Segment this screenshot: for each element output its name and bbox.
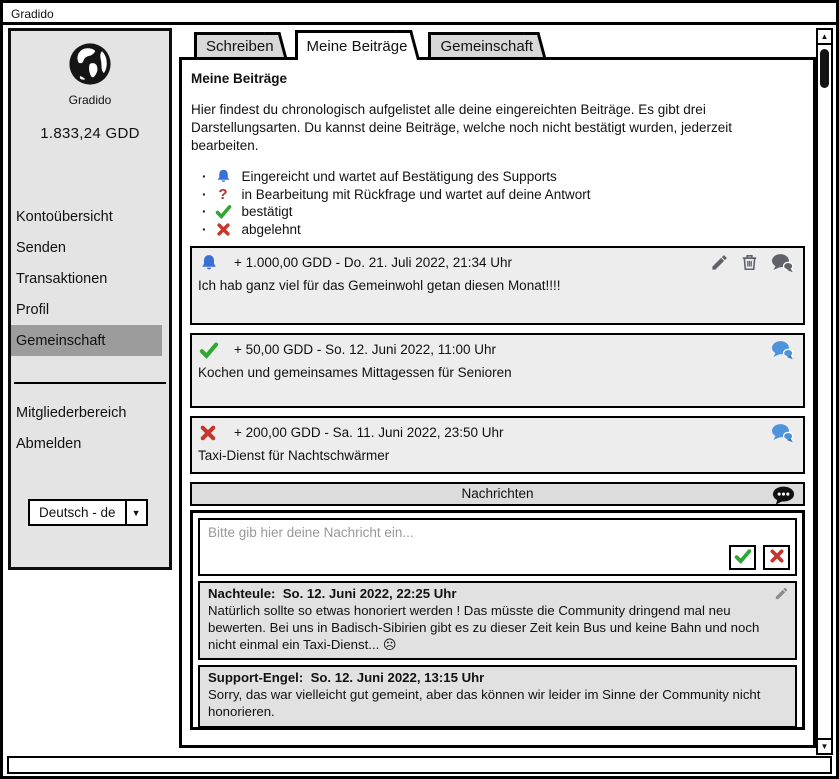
message-item: Support-Engel: So. 12. Juni 2022, 13:15 … [198,665,797,727]
delete-icon[interactable] [740,253,759,272]
contribution-header: + 1.000,00 GDD - Do. 21. Juli 2022, 21:3… [192,248,803,274]
edit-icon[interactable] [710,253,729,272]
sidebar-item-kontouebersicht[interactable]: Kontoübersicht [11,201,169,232]
sidebar-item-gemeinschaft[interactable]: Gemeinschaft [11,325,162,356]
contribution-card: + 1.000,00 GDD - Do. 21. Juli 2022, 21:3… [190,246,805,325]
chat-dots-icon[interactable] [771,485,796,510]
scroll-down-icon[interactable]: ▼ [818,738,831,753]
legend-item-rejected: abgelehnt [202,220,805,238]
message-timestamp: So. 12. Juni 2022, 22:25 Uhr [283,586,457,601]
message-header: Nachteule: So. 12. Juni 2022, 22:25 Uhr [208,586,787,601]
message-input-placeholder: Bitte gib hier deine Nachricht ein... [208,525,414,540]
message-timestamp: So. 12. Juni 2022, 13:15 Uhr [311,670,485,685]
legend-item-pending: Eingereicht und wartet auf Bestätigung d… [202,168,805,186]
legend-item-confirmed: bestätigt [202,203,805,221]
tab-meine-beitraege[interactable]: Meine Beiträge [295,30,410,60]
amount-line: + 200,00 GDD - Sa. 11. Juni 2022, 23:50 … [234,425,504,440]
contribution-description: Ich hab ganz viel für das Gemeinwohl get… [192,274,803,323]
language-dropdown[interactable]: Deutsch - de ▼ [28,499,148,526]
sidebar: Gradido 1.833,24 GDD Kontoübersicht Send… [8,28,172,570]
sidebar-nav-secondary: Mitgliederbereich Abmelden [11,397,169,459]
account-balance: 1.833,24 GDD [11,125,169,142]
sidebar-item-profil[interactable]: Profil [11,294,169,325]
sidebar-nav: Kontoübersicht Senden Transaktionen Prof… [11,201,169,356]
language-dropdown-value: Deutsch - de [30,501,125,524]
logo-label: Gradido [11,93,169,107]
messages-header-bar: Nachrichten [190,482,805,506]
contribution-card: + 200,00 GDD - Sa. 11. Juni 2022, 23:50 … [190,416,805,474]
scrollbar-thumb[interactable] [820,49,829,88]
sidebar-item-senden[interactable]: Senden [11,232,169,263]
contribution-actions [710,253,794,273]
tab-schreiben[interactable]: Schreiben [194,32,276,57]
message-text: Sorry, das war vielleicht gut gemeint, a… [208,686,787,720]
edit-icon[interactable] [774,586,789,604]
chat-icon[interactable] [770,340,794,360]
status-legend: Eingereicht und wartet auf Bestätigung d… [202,168,805,238]
status-bar [7,756,832,774]
amount-line: + 50,00 GDD - So. 12. Juni 2022, 11:00 U… [234,342,496,357]
check-icon [199,340,221,360]
messages-header-label: Nachrichten [461,486,533,501]
message-author: Support-Engel: [208,670,311,685]
intro-text: Hier findest du chronologisch aufgeliste… [191,101,788,155]
chevron-down-icon[interactable]: ▼ [125,501,146,524]
chat-icon[interactable] [770,423,794,443]
cross-icon [199,424,221,442]
page-title: Meine Beiträge [191,71,805,86]
message-item: Nachteule: So. 12. Juni 2022, 22:25 Uhr … [198,581,797,660]
globe-icon [67,74,113,91]
legend-item-question: ? in Bearbeitung mit Rückfrage und warte… [202,185,805,203]
message-text: Natürlich sollte so etwas honoriert werd… [208,602,787,653]
messages-panel: Bitte gib hier deine Nachricht ein... Na… [190,510,805,730]
bell-icon [199,253,221,273]
cancel-message-button[interactable] [763,545,790,570]
contribution-actions [770,423,794,443]
chat-icon[interactable] [770,253,794,273]
tab-gemeinschaft[interactable]: Gemeinschaft [428,32,535,57]
vertical-scrollbar[interactable]: ▲ ▼ [816,28,833,755]
cross-icon [214,222,233,237]
message-author: Nachteule: [208,586,283,601]
check-icon [214,203,233,220]
contribution-card: + 50,00 GDD - So. 12. Juni 2022, 11:00 U… [190,333,805,408]
sidebar-item-abmelden[interactable]: Abmelden [11,428,169,459]
contribution-description: Kochen und gemeinsames Mittagessen für S… [192,361,803,406]
sidebar-divider [14,382,166,384]
main-panel: Meine Beiträge Hier findest du chronolog… [179,57,816,748]
question-icon: ? [214,186,233,203]
send-message-button[interactable] [729,545,756,570]
message-header: Support-Engel: So. 12. Juni 2022, 13:15 … [208,670,787,685]
contribution-description: Taxi-Dienst für Nachtschwärmer [192,444,803,472]
tab-bar: Schreiben Meine Beiträge Gemeinschaft [194,3,535,60]
sidebar-item-mitgliederbereich[interactable]: Mitgliederbereich [11,397,169,428]
bell-icon [214,168,233,185]
app-window: Gradido Gradido 1.833,24 GDD Kontoübersi… [0,0,839,779]
contribution-actions [770,340,794,360]
sidebar-item-transaktionen[interactable]: Transaktionen [11,263,169,294]
cross-icon [769,548,785,567]
scroll-up-icon[interactable]: ▲ [818,30,831,45]
amount-line: + 1.000,00 GDD - Do. 21. Juli 2022, 21:3… [234,255,512,270]
message-input[interactable]: Bitte gib hier deine Nachricht ein... [198,518,797,576]
app-logo [11,41,169,92]
contribution-header: + 200,00 GDD - Sa. 11. Juni 2022, 23:50 … [192,418,803,444]
contribution-header: + 50,00 GDD - So. 12. Juni 2022, 11:00 U… [192,335,803,361]
check-icon [734,547,752,568]
